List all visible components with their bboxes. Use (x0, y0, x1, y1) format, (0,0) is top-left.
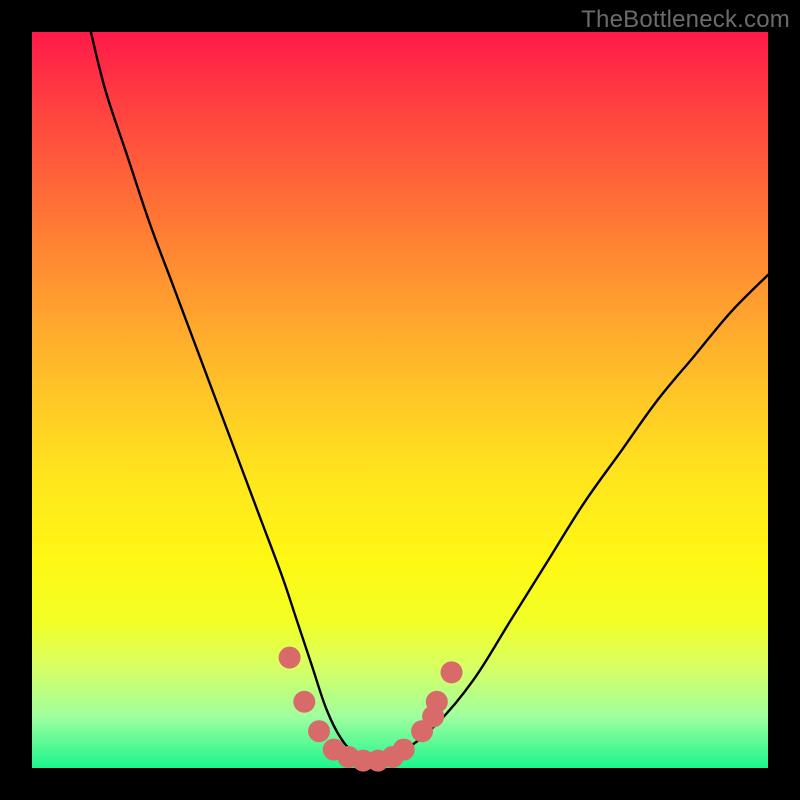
curve-markers (279, 647, 463, 772)
curve-marker (441, 661, 463, 683)
curve-marker (293, 691, 315, 713)
plot-area (32, 32, 768, 768)
curve-marker (426, 691, 448, 713)
watermark-text: TheBottleneck.com (581, 6, 790, 34)
curve-marker (308, 720, 330, 742)
bottleneck-curve (91, 32, 768, 761)
chart-frame: TheBottleneck.com (0, 0, 800, 800)
curve-marker (393, 739, 415, 761)
curve-marker (279, 647, 301, 669)
curve-layer (32, 32, 768, 768)
